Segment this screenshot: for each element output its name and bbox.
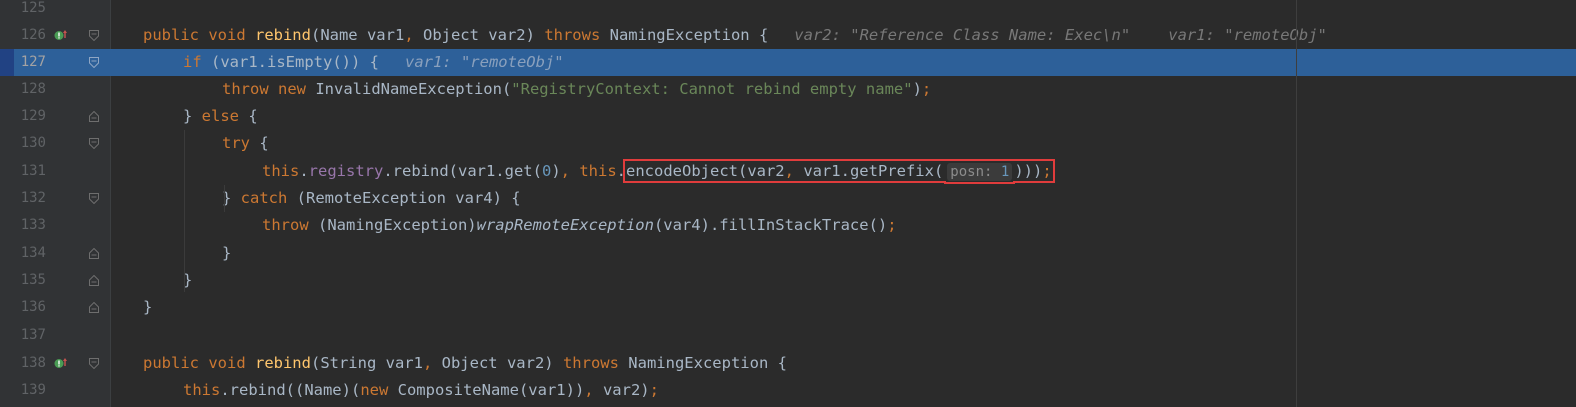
line-number: 127 [20, 54, 46, 70]
code-text[interactable]: this.registry.rebind(var1.get(0), this.e… [262, 158, 1055, 185]
fold-collapse-icon[interactable] [89, 138, 99, 149]
code-text[interactable]: } [222, 240, 231, 267]
method-name: rebind [254, 26, 311, 44]
line-number: 135 [20, 272, 46, 288]
code-line-139[interactable]: 139 this.rebind((Name)(new CompositeName… [0, 377, 1576, 404]
fold-collapse-icon[interactable] [89, 193, 99, 204]
parameter-hint-inlay: posn: 1 [947, 163, 1013, 181]
fold-collapse-icon[interactable] [89, 302, 99, 313]
code-line-131[interactable]: 131 this.registry.rebind(var1.get(0), th… [0, 158, 1576, 185]
fold-collapse-icon[interactable] [89, 111, 99, 122]
method-name: rebind [254, 354, 311, 372]
code-line-125[interactable]: 125 [0, 0, 1576, 22]
override-up-arrow-icon[interactable] [54, 29, 67, 42]
line-number: 133 [20, 217, 46, 233]
fold-collapse-icon[interactable] [89, 358, 99, 369]
code-text[interactable]: throw new InvalidNameException("Registry… [222, 76, 931, 103]
field-reference: registry [308, 162, 384, 180]
code-line-136[interactable]: 136 } [0, 294, 1576, 321]
code-line-129[interactable]: 129 } else { [0, 103, 1576, 130]
override-up-arrow-icon[interactable] [54, 357, 67, 370]
code-line-135[interactable]: 135 } [0, 267, 1576, 294]
code-text[interactable]: } [143, 294, 152, 321]
indent-guide [184, 130, 185, 292]
code-text[interactable]: } else { [183, 103, 258, 130]
line-number: 139 [20, 382, 46, 398]
code-line-137[interactable]: 137 [0, 322, 1576, 349]
static-method-call: wrapRemoteException [476, 216, 654, 234]
line-number: 128 [20, 81, 46, 97]
code-editor[interactable]: 125 126 public void rebind(Name var1, Ob… [0, 0, 1576, 407]
line-number: 132 [20, 190, 46, 206]
debug-value-hint: var1: "remoteObj" [1168, 26, 1327, 44]
code-line-128[interactable]: 128 throw new InvalidNameException("Regi… [0, 76, 1576, 103]
fold-collapse-icon[interactable] [89, 57, 99, 68]
code-text[interactable]: public void rebind(Name var1, Object var… [143, 22, 1327, 49]
code-line-138[interactable]: 138 public void rebind(String var1, Obje… [0, 350, 1576, 377]
code-text[interactable]: if (var1.isEmpty()) {var1: "remoteObj" [183, 49, 564, 76]
line-number: 125 [20, 0, 46, 16]
line-number: 130 [20, 135, 46, 151]
line-number: 136 [20, 299, 46, 315]
line-number: 129 [20, 108, 46, 124]
debug-value-hint: var1: "remoteObj" [404, 53, 564, 71]
string-literal: "RegistryContext: Cannot rebind empty na… [511, 80, 913, 98]
code-text[interactable]: } catch (RemoteException var4) { [222, 185, 521, 212]
fold-collapse-icon[interactable] [89, 275, 99, 286]
line-number: 126 [20, 27, 46, 43]
line-number: 138 [20, 355, 46, 371]
code-line-130[interactable]: 130 try { [0, 130, 1576, 157]
highlighted-expression-box: encodeObject(var2, var1.getPrefix(posn: … [623, 159, 1055, 183]
code-line-134[interactable]: 134 } [0, 240, 1576, 267]
line-number: 131 [20, 163, 46, 179]
code-text[interactable]: this.rebind((Name)(new CompositeName(var… [183, 377, 659, 404]
code-text[interactable]: throw (NamingException)wrapRemoteExcepti… [262, 212, 897, 239]
line-number: 134 [20, 245, 46, 261]
code-line-126[interactable]: 126 public void rebind(Name var1, Object… [0, 22, 1576, 49]
code-line-133[interactable]: 133 throw (NamingException)wrapRemoteExc… [0, 212, 1576, 239]
debug-value-hint: var2: "Reference Class Name: Exec\n" [794, 26, 1131, 44]
fold-collapse-icon[interactable] [89, 30, 99, 41]
line-number: 137 [20, 327, 46, 343]
code-text[interactable]: try { [222, 130, 269, 157]
indent-guide [224, 185, 225, 212]
fold-collapse-icon[interactable] [89, 248, 99, 259]
right-margin-guide [1296, 0, 1297, 407]
code-line-127-current[interactable]: 127 if (var1.isEmpty()) {var1: "remoteOb… [0, 49, 1576, 76]
code-line-132[interactable]: 132 } catch (RemoteException var4) { [0, 185, 1576, 212]
code-text[interactable]: public void rebind(String var1, Object v… [143, 350, 787, 377]
